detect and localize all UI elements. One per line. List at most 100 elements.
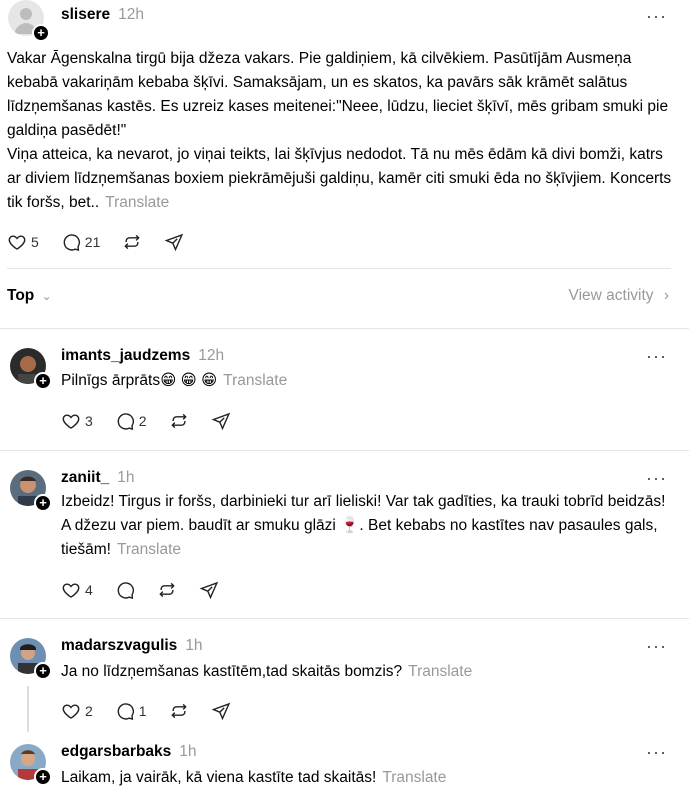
reply: + imants_jaudzems 12h ··· Pilnīgs ārprāts… [0, 328, 689, 450]
comment-count: 2 [138, 413, 147, 429]
like-button[interactable]: 3 [61, 411, 93, 431]
reply-author: edgarsbarbaks 1h [61, 743, 197, 761]
reply-author: imants_jaudzems 12h [61, 347, 224, 365]
more-icon[interactable]: ··· [646, 468, 667, 489]
share-button[interactable] [211, 701, 231, 721]
username-link[interactable]: zaniit_ [61, 469, 109, 486]
post-actions: 5 21 [7, 232, 206, 252]
reply: + edgarsbarbaks 1h ··· Laikam, ja vairāk,… [0, 730, 689, 794]
repost-button[interactable] [122, 232, 142, 252]
comment-button[interactable]: 21 [61, 232, 101, 252]
comment-icon [115, 580, 135, 600]
share-icon [199, 580, 219, 600]
repost-button[interactable] [157, 580, 177, 600]
translate-link[interactable]: Translate [382, 769, 446, 786]
repost-icon [122, 232, 142, 252]
comment-icon [115, 411, 135, 431]
view-activity-label: View activity [568, 287, 654, 304]
reply-body: Pilnīgs ārprāts😁 😁 😁 Translate [61, 369, 669, 393]
post-time: 12h [118, 6, 145, 23]
like-count: 5 [31, 234, 39, 250]
divider [7, 268, 671, 269]
chevron-down-icon: ⌄ [41, 289, 52, 303]
main-post: + slisere 12h ··· Vakar Āgenskalna tirgū … [0, 0, 689, 268]
like-button[interactable]: 4 [61, 580, 93, 600]
comment-count: 1 [138, 703, 147, 719]
like-count: 4 [85, 582, 93, 598]
share-icon [211, 701, 231, 721]
comment-button[interactable] [115, 580, 135, 600]
share-icon [164, 232, 184, 252]
post-paragraph-1: Vakar Āgenskalna tirgū bija džeza vakars… [7, 50, 669, 139]
sort-dropdown[interactable]: Top ⌄ [7, 287, 52, 305]
reply-body: Ja no līdzņemšanas kastītēm,tad skaitās … [61, 660, 669, 684]
post-body: Vakar Āgenskalna tirgū bija džeza vakars… [7, 47, 677, 215]
thread-line [27, 686, 29, 732]
reply-time: 1h [179, 743, 197, 760]
username-link[interactable]: slisere [61, 6, 110, 23]
repost-icon [169, 411, 189, 431]
comment-button[interactable]: 1 [115, 701, 147, 721]
reply: + zaniit_ 1h ··· Izbeidz! Tirgus ir foršs… [0, 450, 689, 618]
comment-count: 21 [84, 234, 101, 250]
avatar[interactable]: + [10, 638, 52, 680]
translate-link[interactable]: Translate [105, 194, 169, 211]
comment-button[interactable]: 2 [115, 411, 147, 431]
avatar[interactable]: + [10, 744, 52, 786]
repost-icon [169, 701, 189, 721]
avatar[interactable]: + [8, 0, 50, 42]
follow-plus-icon[interactable]: + [34, 372, 52, 390]
username-link[interactable]: imants_jaudzems [61, 347, 190, 364]
reply-body: Laikam, ja vairāk, kā viena kastīte tad … [61, 766, 669, 790]
like-button[interactable]: 2 [61, 701, 93, 721]
repost-button[interactable] [169, 411, 189, 431]
reply-text: Pilnīgs ārprāts😁 😁 😁 [61, 372, 218, 389]
reply-text: Ja no līdzņemšanas kastītēm,tad skaitās … [61, 663, 403, 680]
username-link[interactable]: edgarsbarbaks [61, 743, 171, 760]
share-button[interactable] [211, 411, 231, 431]
view-activity-link[interactable]: View activity › [569, 287, 669, 305]
post-author: slisere 12h [61, 6, 144, 24]
avatar[interactable]: + [10, 348, 52, 390]
heart-icon [7, 232, 27, 252]
like-button[interactable]: 5 [7, 232, 39, 252]
reply-actions: 2 1 [61, 701, 253, 721]
translate-link[interactable]: Translate [117, 541, 181, 558]
share-button[interactable] [199, 580, 219, 600]
heart-icon [61, 411, 81, 431]
like-count: 3 [85, 413, 93, 429]
username-link[interactable]: madarszvagulis [61, 637, 177, 654]
reply-actions: 3 2 [61, 411, 253, 431]
more-icon[interactable]: ··· [646, 346, 667, 367]
reply-time: 12h [198, 347, 225, 364]
reply-text: Laikam, ja vairāk, kā viena kastīte tad … [61, 769, 377, 786]
more-icon[interactable]: ··· [646, 636, 667, 657]
reply-time: 1h [117, 469, 135, 486]
share-button[interactable] [164, 232, 184, 252]
translate-link[interactable]: Translate [408, 663, 472, 680]
avatar[interactable]: + [10, 470, 52, 512]
comment-icon [115, 701, 135, 721]
follow-plus-icon[interactable]: + [34, 768, 52, 786]
sort-label: Top [7, 287, 35, 304]
reply-author: zaniit_ 1h [61, 469, 134, 487]
repost-icon [157, 580, 177, 600]
chevron-right-icon: › [663, 287, 669, 304]
sort-bar: Top ⌄ View activity › [7, 287, 669, 309]
share-icon [211, 411, 231, 431]
post-paragraph-2: Viņa atteica, ka nevarot, jo viņai teikt… [7, 146, 672, 211]
reply: + madarszvagulis 1h ··· Ja no līdzņemšana… [0, 618, 689, 738]
follow-plus-icon[interactable]: + [34, 662, 52, 680]
reply-time: 1h [185, 637, 203, 654]
more-icon[interactable]: ··· [646, 742, 667, 763]
translate-link[interactable]: Translate [223, 372, 287, 389]
reply-author: madarszvagulis 1h [61, 637, 203, 655]
heart-icon [61, 701, 81, 721]
follow-plus-icon[interactable]: + [34, 494, 52, 512]
comment-icon [61, 232, 81, 252]
heart-icon [61, 580, 81, 600]
more-icon[interactable]: ··· [646, 6, 667, 27]
follow-plus-icon[interactable]: + [32, 24, 50, 42]
repost-button[interactable] [169, 701, 189, 721]
like-count: 2 [85, 703, 93, 719]
